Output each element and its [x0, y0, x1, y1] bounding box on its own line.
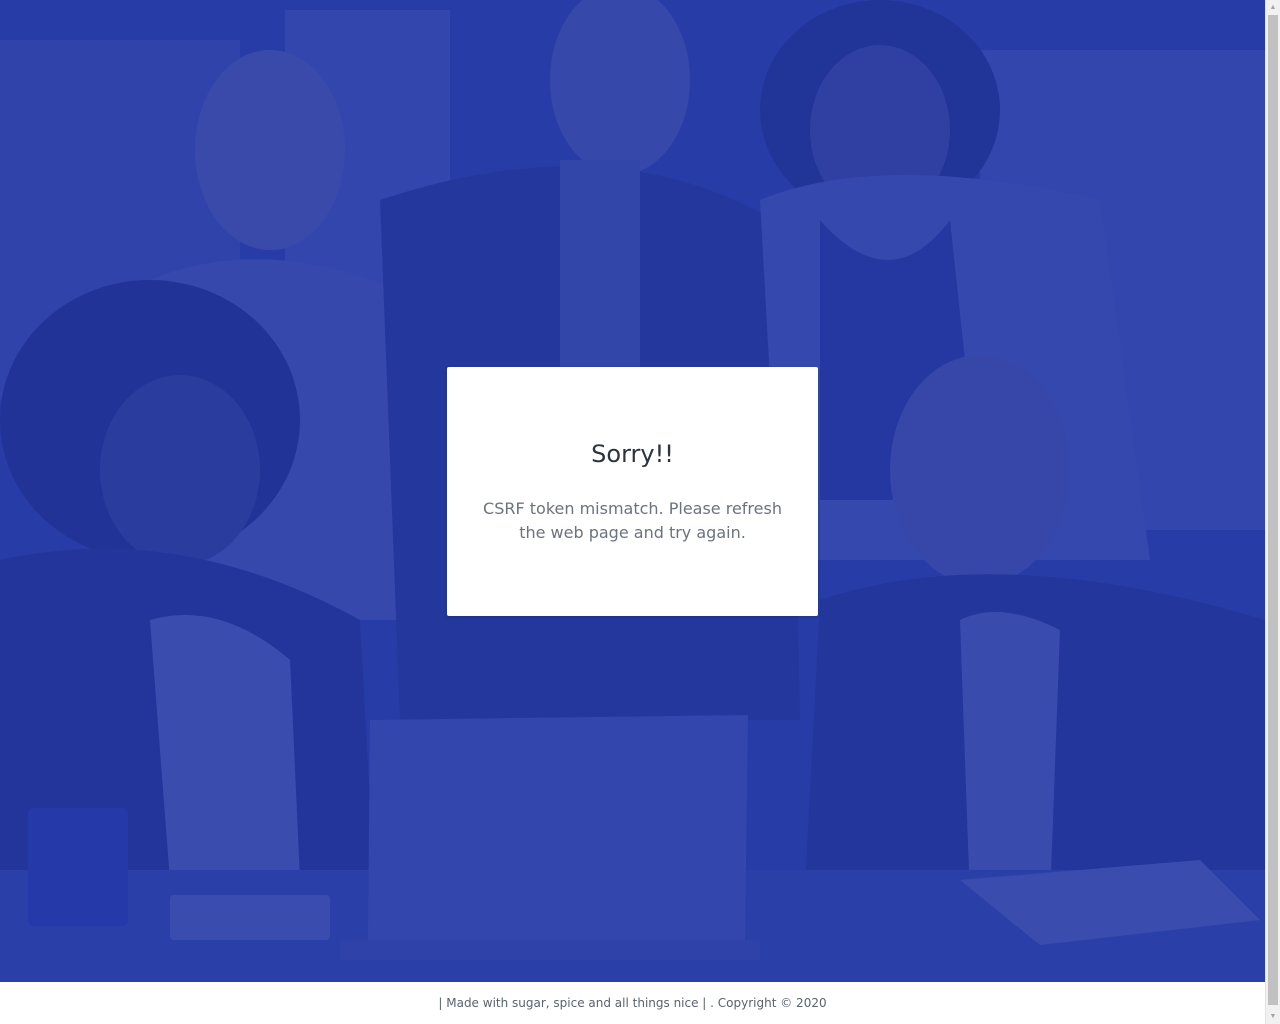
triangle-down-icon[interactable]: ▼: [1266, 1009, 1280, 1024]
triangle-up-icon[interactable]: ▲: [1266, 0, 1280, 15]
footer-text: | Made with sugar, spice and all things …: [438, 996, 827, 1010]
footer: | Made with sugar, spice and all things …: [0, 982, 1265, 1024]
error-message: CSRF token mismatch. Please refresh the …: [483, 499, 782, 542]
vertical-scrollbar[interactable]: ▲ ▼: [1265, 0, 1280, 1024]
error-card: Sorry!! CSRF token mismatch. Please refr…: [447, 367, 818, 616]
error-title: Sorry!!: [591, 440, 674, 468]
scrollbar-thumb[interactable]: [1268, 15, 1278, 1005]
page: Sorry!! CSRF token mismatch. Please refr…: [0, 0, 1280, 1024]
